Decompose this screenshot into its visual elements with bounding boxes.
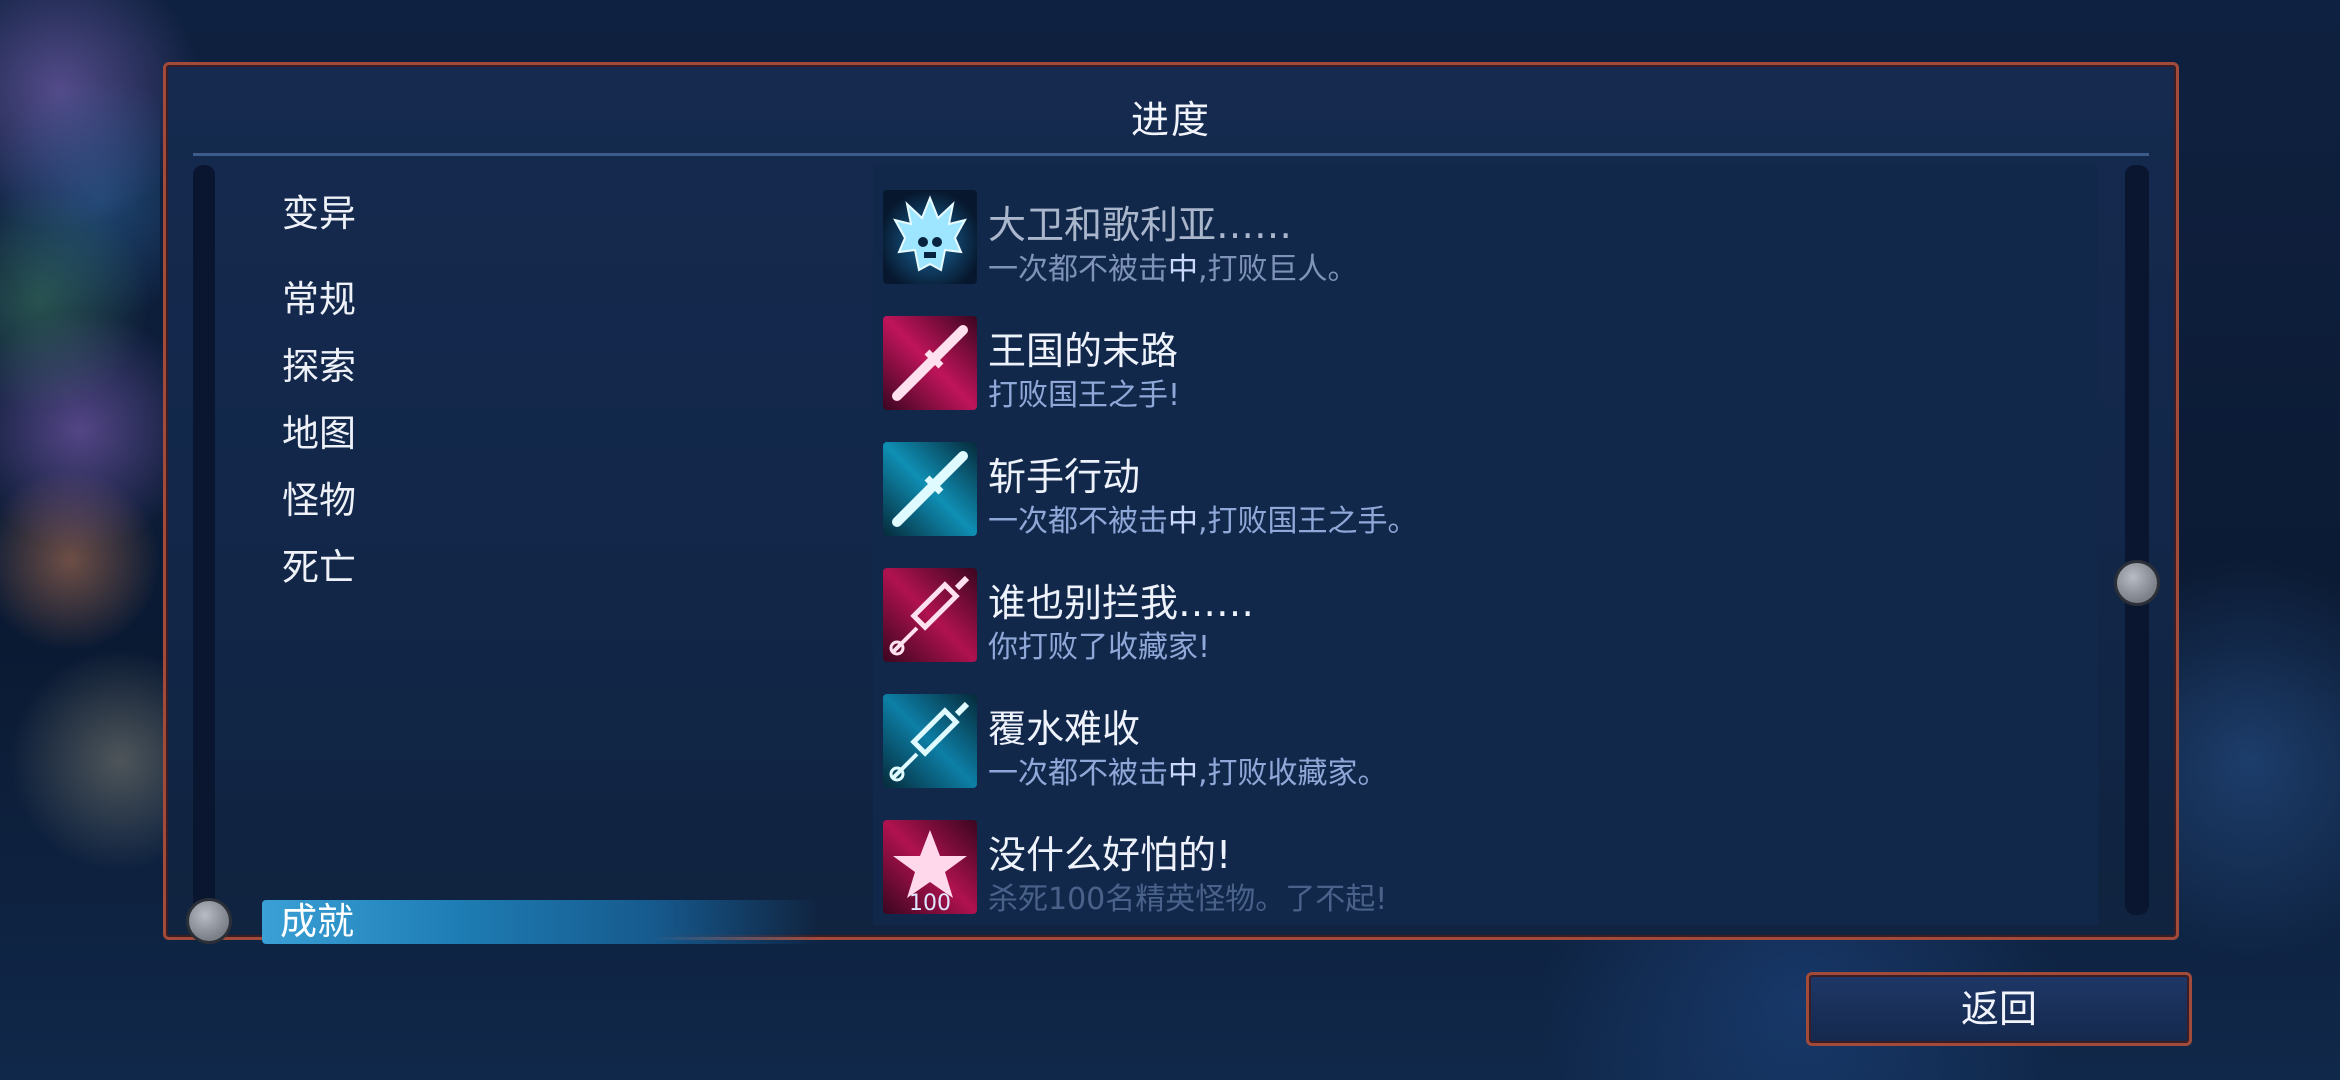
pink-syringe-icon — [883, 568, 977, 662]
achievement-desc: 一次都不被击中,打败巨人。 — [988, 252, 1358, 287]
category-achievements[interactable]: 成就 — [262, 900, 820, 944]
achievement-list[interactable]: 大卫和歌利亚…… 一次都不被击中,打败巨人。 王国的末路 打败国王之手! 斩手行… — [873, 165, 2098, 925]
giant-skull-icon — [883, 190, 977, 284]
title-divider — [193, 153, 2149, 156]
background-blur — [0, 0, 160, 1080]
achievement-title: 没什么好怕的! — [988, 833, 1232, 877]
progress-panel: 进度 变异 常规 探索 地图 怪物 死亡 成就 大卫和歌利亚…… 一次都不被击中… — [163, 62, 2179, 944]
pink-sword-icon — [883, 316, 977, 410]
category-list: 变异 常规 探索 地图 怪物 死亡 成就 — [262, 165, 906, 944]
category-deaths[interactable]: 死亡 — [282, 537, 356, 591]
achievement-row: 斩手行动 一次都不被击中,打败国王之手。 — [873, 442, 2073, 552]
achievement-row: 谁也别拦我…… 你打败了收藏家! — [873, 568, 2073, 678]
category-exploration[interactable]: 探索 — [282, 336, 356, 390]
svg-text:100: 100 — [909, 891, 951, 914]
achievement-desc: 你打败了收藏家! — [988, 630, 1211, 665]
cyan-syringe-icon — [883, 694, 977, 788]
achievement-title: 覆水难收 — [988, 707, 1141, 751]
cyan-sword-icon — [883, 442, 977, 536]
achievement-row: 大卫和歌利亚…… 一次都不被击中,打败巨人。 — [873, 190, 2073, 300]
achievement-title: 斩手行动 — [988, 455, 1141, 499]
category-scroll-thumb[interactable] — [186, 898, 232, 944]
achievement-desc: 杀死100名精英怪物。了不起! — [988, 882, 1388, 917]
category-general[interactable]: 常规 — [282, 269, 356, 323]
achievement-desc: 一次都不被击中,打败国王之手。 — [988, 504, 1418, 539]
panel-title: 进度 — [1130, 98, 1211, 142]
achievement-scroll-thumb[interactable] — [2114, 560, 2160, 606]
achievement-title: 王国的末路 — [988, 329, 1179, 373]
achievement-title: 大卫和歌利亚…… — [988, 203, 1293, 247]
back-button[interactable]: 返回 — [1806, 972, 2192, 1046]
achievement-row: 王国的末路 打败国王之手! — [873, 316, 2073, 426]
achievement-row: 100 没什么好怕的! 杀死100名精英怪物。了不起! — [873, 820, 2073, 925]
achievement-title: 谁也别拦我…… — [988, 581, 1255, 625]
achievement-row: 覆水难收 一次都不被击中,打败收藏家。 — [873, 694, 2073, 804]
pink-star-icon: 100 — [883, 820, 977, 914]
category-mutations[interactable]: 变异 — [282, 183, 356, 237]
category-monsters[interactable]: 怪物 — [282, 470, 356, 524]
achievement-desc: 打败国王之手! — [988, 378, 1181, 413]
category-map[interactable]: 地图 — [282, 403, 356, 457]
category-scrollbar[interactable] — [193, 165, 215, 915]
achievement-desc: 一次都不被击中,打败收藏家。 — [988, 756, 1388, 791]
achievement-scrollbar[interactable] — [2125, 165, 2149, 915]
